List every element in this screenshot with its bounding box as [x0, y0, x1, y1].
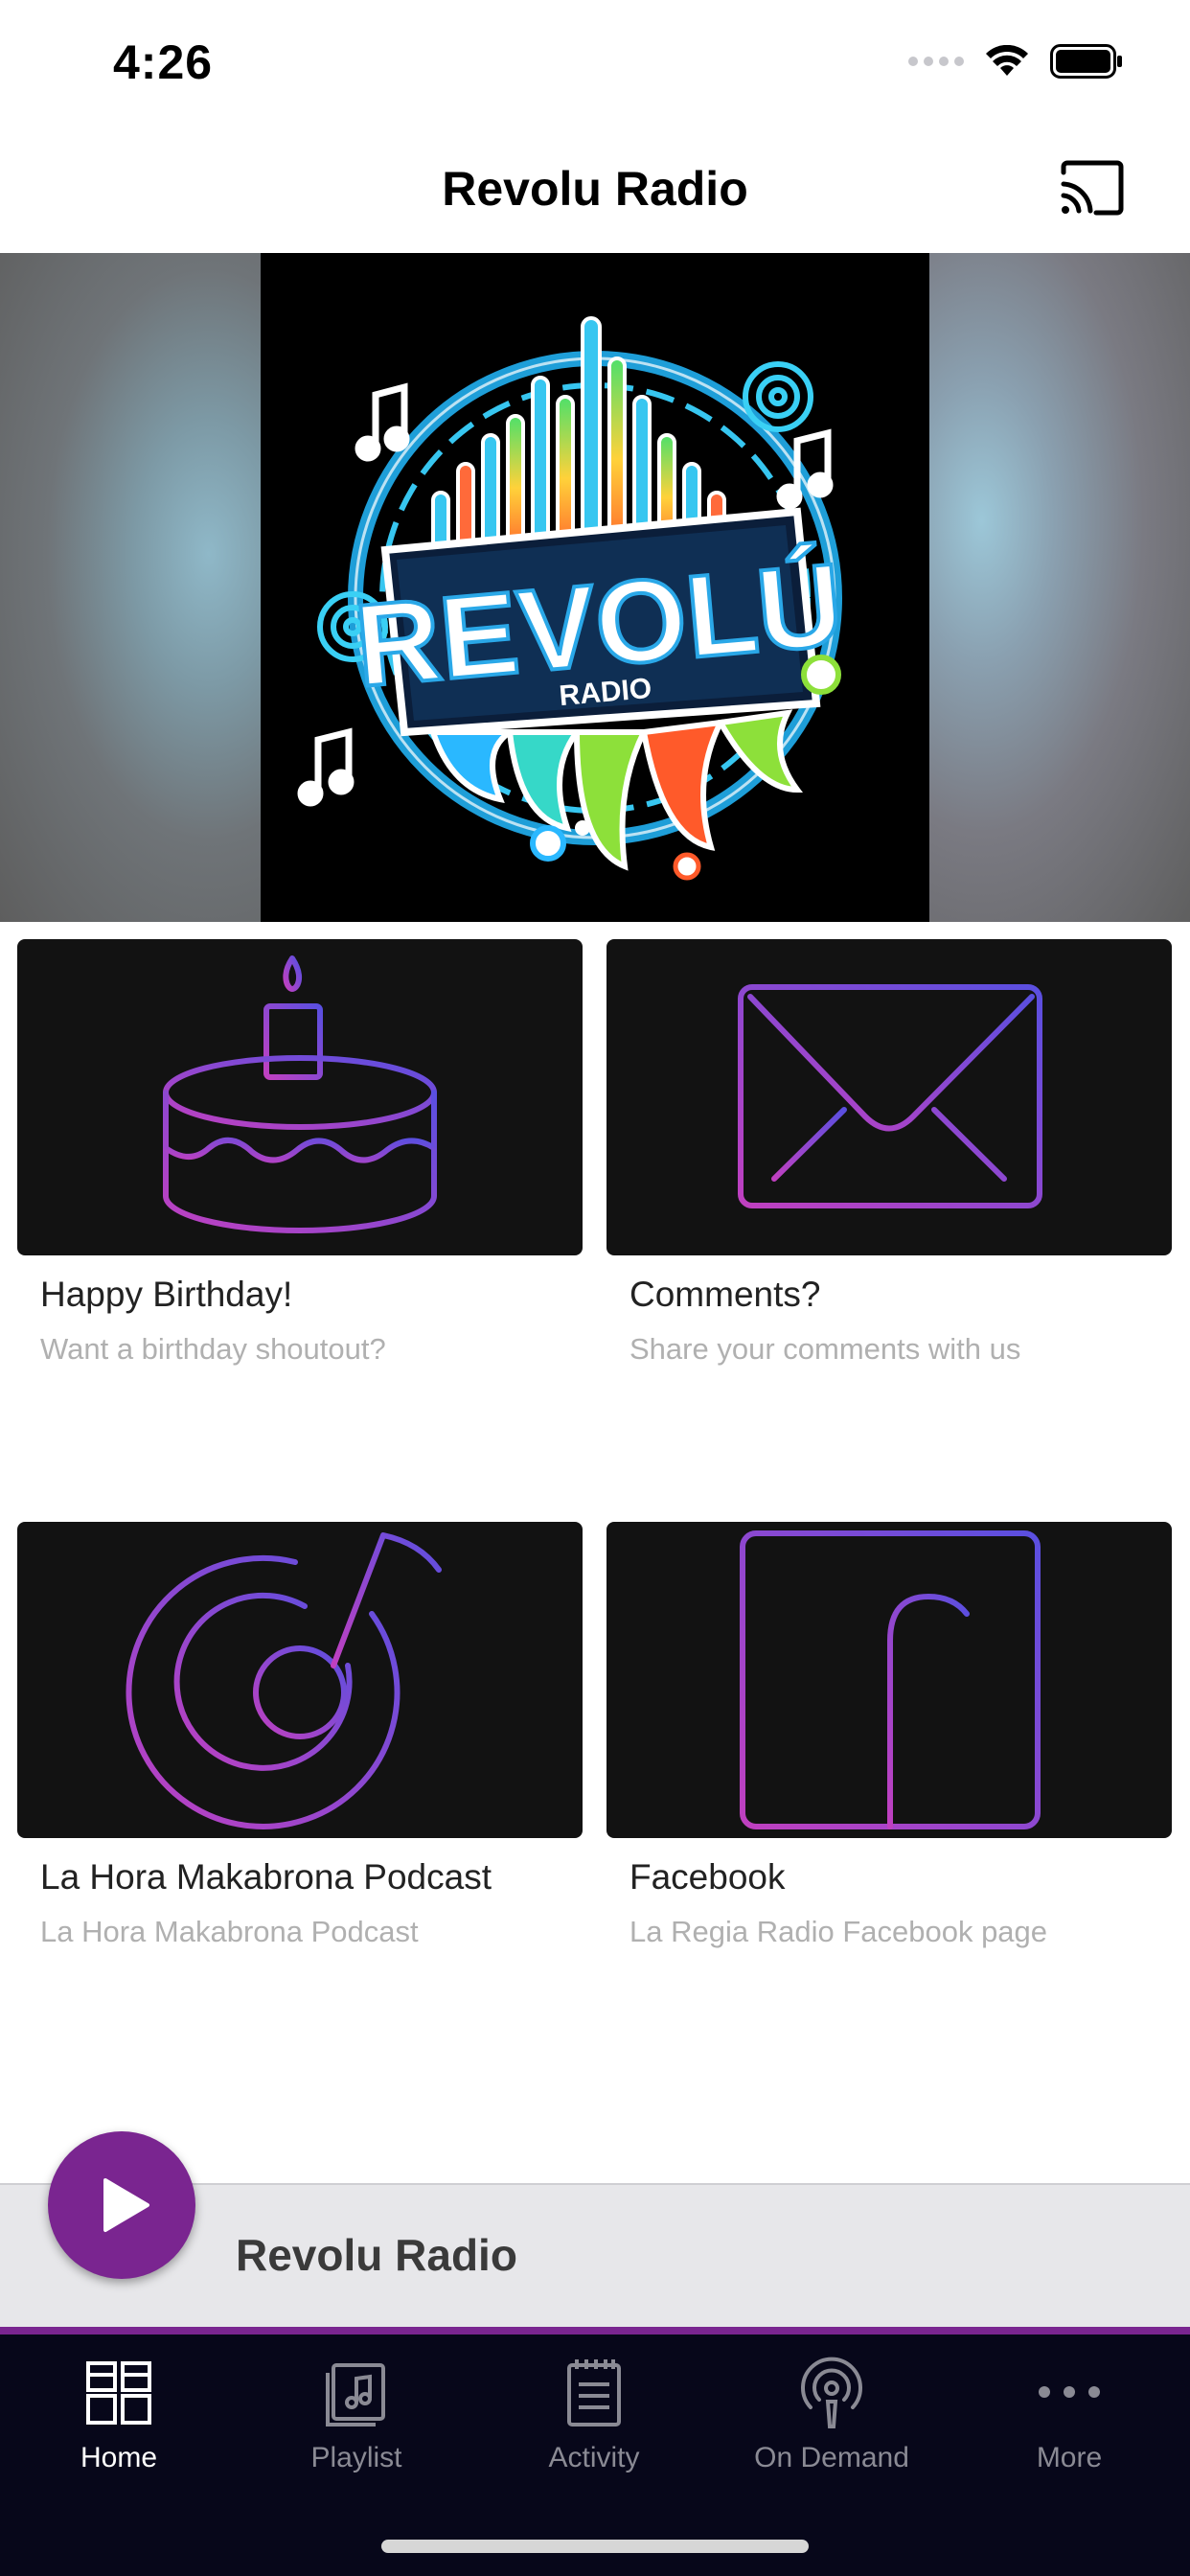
card-subtitle: La Regia Radio Facebook page — [629, 1915, 1048, 1948]
tab-on-demand[interactable]: On Demand — [713, 2334, 950, 2488]
music-note-icon — [126, 1532, 442, 1829]
tab-activity[interactable]: Activity — [475, 2334, 713, 2488]
notepad-icon — [567, 2359, 621, 2426]
card-title: Facebook — [629, 1857, 786, 1897]
hero-banner: REVOLÚ RADIO — [0, 253, 1190, 922]
card-happy-birthday[interactable]: Happy Birthday! Want a birthday shoutout… — [17, 939, 583, 1367]
status-time: 4:26 — [113, 35, 214, 89]
tab-label: Home — [80, 2442, 158, 2473]
card-image — [17, 1522, 583, 1838]
grid-icon — [86, 2361, 151, 2425]
signal-icon — [908, 57, 964, 66]
card-image — [606, 939, 1172, 1255]
home-indicator — [381, 2540, 809, 2553]
station-logo: REVOLÚ RADIO — [261, 253, 929, 922]
card-title: Happy Birthday! — [40, 1275, 293, 1314]
hero-blur-left — [0, 253, 261, 922]
tab-home[interactable]: Home — [0, 2334, 238, 2488]
cast-icon[interactable] — [1058, 159, 1127, 217]
play-button[interactable] — [48, 2131, 195, 2279]
tab-label: On Demand — [754, 2442, 909, 2473]
envelope-icon — [738, 984, 1042, 1208]
player-title: Revolu Radio — [236, 2230, 517, 2280]
header: Revolu Radio — [0, 125, 1190, 253]
card-podcast[interactable]: La Hora Makabrona Podcast La Hora Makabr… — [17, 1522, 583, 1949]
playlist-icon — [326, 2363, 385, 2426]
podcast-icon — [801, 2357, 862, 2428]
card-subtitle: Want a birthday shoutout? — [40, 1332, 386, 1366]
status-bar: 4:26 — [0, 0, 1190, 125]
card-facebook[interactable]: Facebook La Regia Radio Facebook page — [606, 1522, 1172, 1949]
hero-blur-right — [929, 253, 1190, 922]
play-icon — [103, 2178, 149, 2232]
tab-label: More — [1036, 2442, 1103, 2473]
card-image — [606, 1522, 1172, 1838]
tab-more[interactable]: More — [950, 2334, 1188, 2488]
page-title: Revolu Radio — [442, 162, 748, 216]
battery-icon — [1050, 44, 1122, 79]
card-title: La Hora Makabrona Podcast — [40, 1857, 492, 1897]
tab-label: Playlist — [310, 2442, 402, 2473]
facebook-icon — [740, 1530, 1041, 1829]
card-title: Comments? — [629, 1275, 821, 1314]
more-dots-icon — [1039, 2386, 1100, 2398]
status-icons — [908, 44, 1123, 79]
card-image — [17, 939, 583, 1255]
birthday-cake-icon — [163, 955, 437, 1233]
card-subtitle: La Hora Makabrona Podcast — [40, 1915, 419, 1948]
tab-playlist[interactable]: Playlist — [238, 2334, 475, 2488]
tab-label: Activity — [548, 2442, 640, 2473]
card-subtitle: Share your comments with us — [629, 1332, 1021, 1366]
card-comments[interactable]: Comments? Share your comments with us — [606, 939, 1172, 1367]
tab-bar-accent — [0, 2327, 1190, 2334]
wifi-icon — [986, 45, 1028, 76]
